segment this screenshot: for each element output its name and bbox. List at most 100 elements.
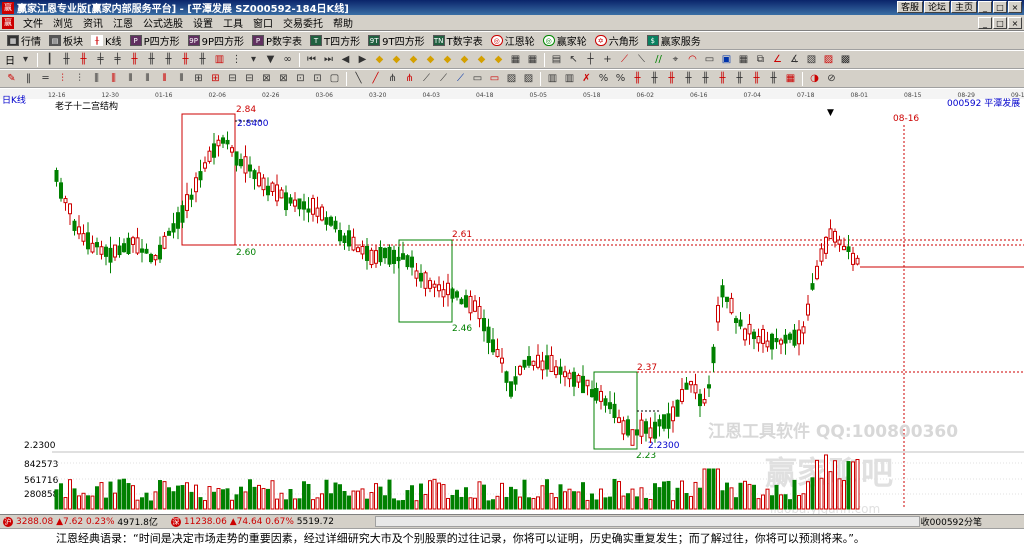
gann-time-icon[interactable]: ⫴: [157, 71, 172, 86]
diamond-down-icon[interactable]: ◆: [389, 52, 404, 67]
zoom-in-icon[interactable]: +: [600, 52, 615, 67]
fib-time-icon[interactable]: ⫼: [89, 71, 104, 86]
last-icon[interactable]: ⏭: [321, 52, 336, 67]
square-time4-icon[interactable]: ⊟: [242, 71, 257, 86]
candle-red2-icon[interactable]: ▥: [212, 52, 227, 67]
menu-tools[interactable]: 工具: [218, 15, 248, 30]
vline-icon[interactable]: ‖: [21, 71, 36, 86]
doc-minimize-button[interactable]: _: [978, 17, 992, 29]
indicator9-icon[interactable]: ╫: [715, 71, 730, 86]
indicator3-icon[interactable]: ✗: [579, 71, 594, 86]
diamond-c-icon[interactable]: ◆: [474, 52, 489, 67]
diamond-d-icon[interactable]: ◆: [491, 52, 506, 67]
dropdown-icon[interactable]: ▾: [246, 52, 261, 67]
table-icon[interactable]: ▤: [549, 52, 564, 67]
menu-file[interactable]: 文件: [18, 15, 48, 30]
indicator5-icon[interactable]: ╫: [647, 71, 662, 86]
indicator13-icon[interactable]: ▦: [783, 71, 798, 86]
grid-tool-icon[interactable]: ▦: [736, 52, 751, 67]
maximize-button[interactable]: □: [993, 1, 1007, 13]
diamond-up-icon[interactable]: ◆: [372, 52, 387, 67]
candle-down-icon[interactable]: ╫: [161, 52, 176, 67]
minimize-button[interactable]: _: [978, 1, 992, 13]
indicator12-icon[interactable]: ╫: [766, 71, 781, 86]
channel2-icon[interactable]: ▨: [821, 52, 836, 67]
grid-view-icon[interactable]: ▦: [508, 52, 523, 67]
gann-box-icon[interactable]: ▣: [719, 52, 734, 67]
menu-settings[interactable]: 设置: [188, 15, 218, 30]
time-cycle-icon[interactable]: ⫶: [55, 71, 70, 86]
prev-icon[interactable]: ◀: [338, 52, 353, 67]
fork-icon[interactable]: ⋔: [385, 71, 400, 86]
menu-gann[interactable]: 江恩: [108, 15, 138, 30]
lines-icon[interactable]: ⟋: [617, 52, 632, 67]
menu-info[interactable]: 资讯: [78, 15, 108, 30]
nav-p-table[interactable]: P P数字表: [248, 33, 306, 49]
menu-help[interactable]: 帮助: [328, 15, 358, 30]
indicator11-icon[interactable]: ╫: [749, 71, 764, 86]
kline-bars-icon[interactable]: ╫: [59, 52, 74, 67]
angle2-icon[interactable]: ∡: [787, 52, 802, 67]
close-button[interactable]: ×: [1008, 1, 1022, 13]
candle-hollow2-icon[interactable]: ╪: [110, 52, 125, 67]
square-time6-icon[interactable]: ⊠: [276, 71, 291, 86]
diamond-right-icon[interactable]: ◆: [423, 52, 438, 67]
indicator4-icon[interactable]: ╫: [630, 71, 645, 86]
square-time9-icon[interactable]: ▢: [327, 71, 342, 86]
diamond-left-icon[interactable]: ◆: [406, 52, 421, 67]
chevron-down-icon[interactable]: ▾: [18, 52, 33, 67]
menu-browse[interactable]: 浏览: [48, 15, 78, 30]
chart-scrollbar[interactable]: [375, 516, 920, 527]
square-time5-icon[interactable]: ⊠: [259, 71, 274, 86]
candle-mixed-icon[interactable]: ╫: [178, 52, 193, 67]
trend-icon[interactable]: ⟍: [634, 52, 649, 67]
grid-view2-icon[interactable]: ▦: [525, 52, 540, 67]
clear-icon[interactable]: ⊘: [824, 71, 839, 86]
square-time2-icon[interactable]: ⊞: [208, 71, 223, 86]
channel3-icon[interactable]: ▩: [838, 52, 853, 67]
measure2-icon[interactable]: ▭: [487, 71, 502, 86]
candle-hollow-icon[interactable]: ╪: [93, 52, 108, 67]
gann-time2-icon[interactable]: ⫴: [174, 71, 189, 86]
line-tool-icon[interactable]: ╲: [351, 71, 366, 86]
cursor-icon[interactable]: ↖: [566, 52, 581, 67]
indicator10-icon[interactable]: ╫: [732, 71, 747, 86]
nav-winner-wheel[interactable]: ◎ 赢家轮: [539, 33, 591, 49]
bar-chart-icon[interactable]: ┃: [42, 52, 57, 67]
arrow-icon[interactable]: ▼: [263, 52, 278, 67]
percent2-icon[interactable]: %: [613, 71, 628, 86]
diamond-b-icon[interactable]: ◆: [457, 52, 472, 67]
nav-kline[interactable]: ╫ K线: [87, 33, 126, 49]
doc-restore-button[interactable]: □: [993, 17, 1007, 29]
fan-icon[interactable]: ⌖: [668, 52, 683, 67]
indicator8-icon[interactable]: ╫: [698, 71, 713, 86]
measure4-icon[interactable]: ▨: [521, 71, 536, 86]
line-tool2-icon[interactable]: ╱: [368, 71, 383, 86]
indicator6-icon[interactable]: ╫: [664, 71, 679, 86]
first-icon[interactable]: ⏮: [304, 52, 319, 67]
kline-chart-svg[interactable]: 12-16 12-30 01-16 02-06 02-26 03-06 03-20 04-03…: [0, 89, 1024, 514]
dots-menu-icon[interactable]: ⋮: [229, 52, 244, 67]
period-dropdown[interactable]: 日: [3, 52, 17, 67]
forum-link[interactable]: 论坛: [923, 1, 950, 13]
menu-window[interactable]: 窗口: [248, 15, 278, 30]
nav-quotes[interactable]: ▦ 行情: [3, 33, 45, 49]
arc-icon[interactable]: ◠: [685, 52, 700, 67]
square-time3-icon[interactable]: ⊟: [225, 71, 240, 86]
fib-fan2-icon[interactable]: ⟋: [436, 71, 451, 86]
menu-trade[interactable]: 交易委托: [278, 15, 328, 30]
nav-9p-square[interactable]: 9P 9P四方形: [184, 33, 248, 49]
percent-icon[interactable]: %: [596, 71, 611, 86]
hline-icon[interactable]: ═: [38, 71, 53, 86]
doc-close-button[interactable]: ×: [1008, 17, 1022, 29]
customer-service-link[interactable]: 客服: [896, 1, 923, 13]
angle-icon[interactable]: ∠: [770, 52, 785, 67]
fib-fan-icon[interactable]: ⟋: [419, 71, 434, 86]
time-cycle2-icon[interactable]: ⫶: [72, 71, 87, 86]
square-time-icon[interactable]: ⊞: [191, 71, 206, 86]
menu-logo-icon[interactable]: 赢: [2, 16, 14, 29]
square-time8-icon[interactable]: ⊡: [310, 71, 325, 86]
fib-time2-icon[interactable]: ⫼: [106, 71, 121, 86]
crosshair-icon[interactable]: ┼: [583, 52, 598, 67]
tick-info[interactable]: 收000592分笔: [921, 515, 982, 528]
